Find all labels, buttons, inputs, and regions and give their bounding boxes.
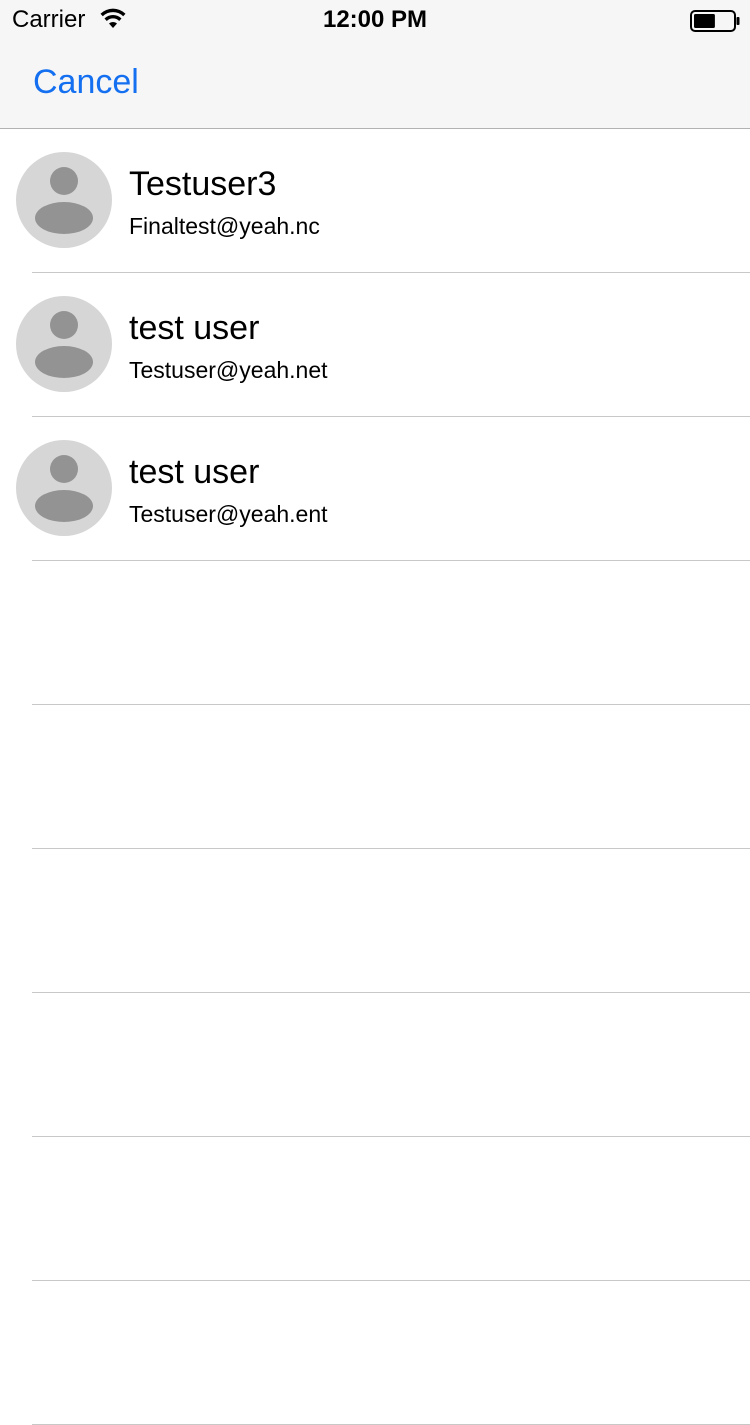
battery-level-fill — [694, 14, 715, 28]
contact-name: test user — [129, 453, 260, 491]
contact-email: Testuser@yeah.net — [129, 357, 328, 383]
navigation-bar: Cancel — [0, 40, 750, 129]
contact-row[interactable]: test user Testuser@yeah.net — [0, 273, 750, 417]
person-placeholder-icon — [16, 296, 112, 392]
person-placeholder-icon — [16, 440, 112, 536]
empty-row — [0, 705, 750, 849]
empty-row — [0, 1281, 750, 1425]
contact-email: Finaltest@yeah.nc — [129, 213, 320, 239]
empty-row — [0, 561, 750, 705]
contact-name: Testuser3 — [129, 165, 277, 203]
contact-row[interactable]: Testuser3 Finaltest@yeah.nc — [0, 129, 750, 273]
contact-row[interactable]: test user Testuser@yeah.ent — [0, 417, 750, 561]
empty-row — [0, 993, 750, 1137]
clock: 12:00 PM — [322, 6, 428, 33]
person-placeholder-icon — [16, 152, 112, 248]
battery-icon — [690, 10, 740, 32]
empty-row — [0, 849, 750, 993]
contact-name: test user — [129, 309, 260, 347]
status-bar: Carrier 12:00 PM — [0, 0, 750, 40]
contact-list: Testuser3 Finaltest@yeah.nc test user Testu… — [0, 129, 750, 1425]
contact-email: Testuser@yeah.ent — [129, 501, 328, 527]
cancel-button[interactable]: Cancel — [33, 62, 139, 102]
empty-row — [0, 1137, 750, 1281]
